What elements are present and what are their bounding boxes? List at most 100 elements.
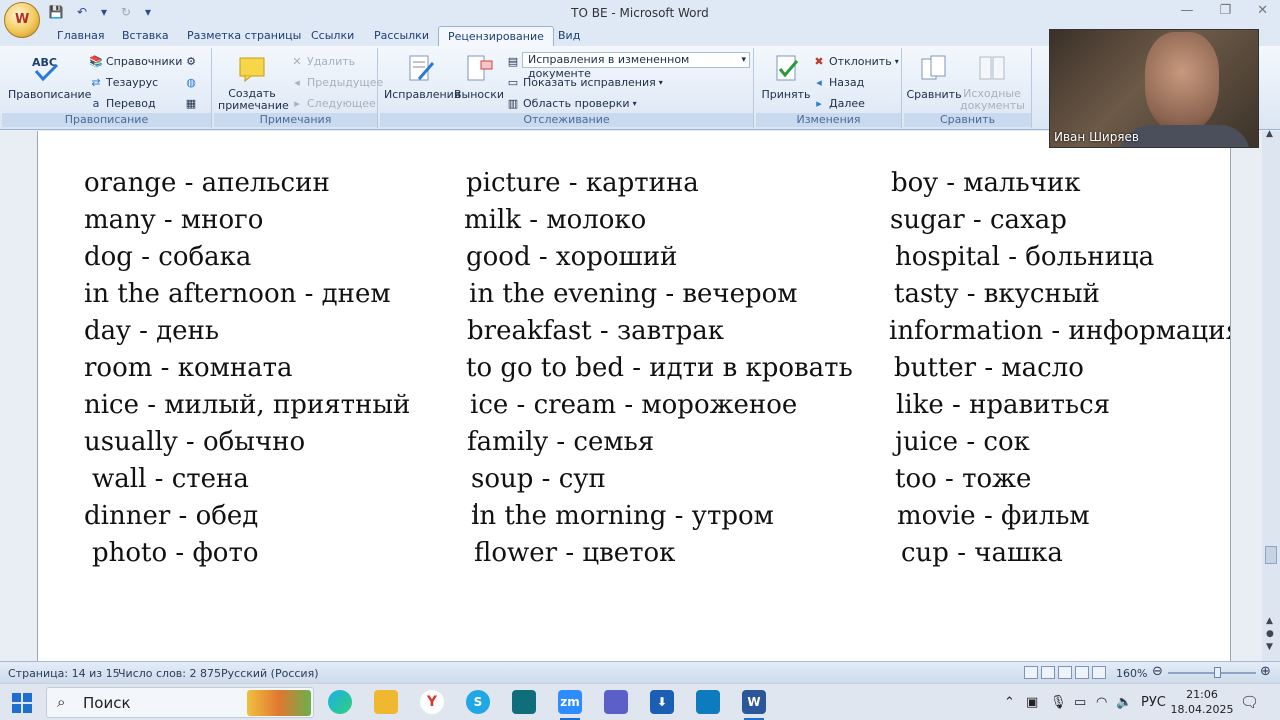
tab-mailings[interactable]: Рассылки	[374, 29, 429, 42]
office-logo-icon: W	[15, 12, 30, 27]
accept-button[interactable]: Принять	[760, 52, 812, 101]
set-language-button[interactable]: ◍	[184, 75, 198, 89]
prev-page-icon[interactable]: ▲	[1266, 616, 1273, 626]
downloads-icon[interactable]: ⬇	[650, 690, 674, 714]
research-button[interactable]: 📚 Справочники	[89, 54, 182, 68]
vertical-scrollbar[interactable]: ▲ ▲ ● ▼	[1262, 129, 1280, 661]
new-comment-icon	[236, 52, 268, 84]
previous-comment-icon: ◂	[294, 75, 300, 89]
tab-insert[interactable]: Вставка	[122, 29, 169, 42]
show-hidden-icons-icon[interactable]: ⌃	[1004, 695, 1015, 710]
translate-button[interactable]: a Перевод	[89, 96, 156, 110]
next-change-icon: ▸	[816, 96, 822, 110]
zoom-slider[interactable]	[1168, 672, 1256, 674]
office-button[interactable]: W	[4, 2, 40, 38]
browse-object-icon[interactable]: ●	[1266, 629, 1274, 639]
scrollbar-thumb[interactable]	[1265, 546, 1277, 564]
tab-review[interactable]: Рецензирование	[438, 26, 554, 47]
tab-page-layout[interactable]: Разметка страницы	[187, 29, 301, 42]
spelling-button[interactable]: ABC Правописание	[8, 52, 91, 101]
file-explorer-icon[interactable]	[374, 690, 398, 714]
scroll-up-icon[interactable]: ▲	[1266, 129, 1273, 139]
windows-start-icon[interactable]	[12, 693, 32, 713]
zoom-app-icon[interactable]: zm	[558, 690, 582, 720]
window-title: TO BE - Microsoft Word	[571, 6, 709, 20]
outline-icon[interactable]	[1075, 666, 1089, 679]
source-documents-button[interactable]: Исходные документы	[960, 52, 1025, 112]
zoom-slider-thumb[interactable]	[1214, 667, 1221, 678]
vpn-app-icon[interactable]	[696, 690, 720, 714]
vocabulary-entry: like - нравиться	[896, 390, 1111, 420]
participant-name: Иван Ширяев	[1054, 130, 1139, 144]
zoom-in-icon[interactable]: ⊕	[1260, 664, 1271, 679]
volume-icon[interactable]: 🔈	[1116, 695, 1132, 710]
video-call-overlay[interactable]: Иван Ширяев	[1049, 29, 1259, 148]
edge-browser-icon[interactable]	[328, 690, 352, 714]
vocabulary-entry: family - семья	[467, 427, 655, 457]
delete-comment-button[interactable]: ✕ Удалить	[290, 54, 355, 68]
next-comment-button[interactable]: ▸ Следующее	[290, 96, 376, 110]
reviewing-pane-button[interactable]: ▥ Область проверки ▾	[506, 96, 637, 110]
zoom-out-icon[interactable]: ⊖	[1152, 664, 1163, 679]
notifications-icon[interactable]: 🗨	[1240, 693, 1259, 711]
word-app-icon[interactable]: W	[742, 690, 766, 720]
reject-button[interactable]: ✖ Отклонить ▾	[812, 54, 898, 68]
document-page[interactable]: orange - апельсин many - много dog - собак…	[37, 131, 1231, 661]
language-button[interactable]: ⚙	[184, 54, 198, 68]
teams-icon[interactable]	[604, 690, 628, 714]
view-buttons	[1024, 666, 1106, 679]
input-language[interactable]: РУС	[1141, 695, 1166, 710]
draft-icon[interactable]	[1092, 666, 1106, 679]
previous-change-button[interactable]: ◂ Назад	[812, 75, 864, 89]
spelling-check-icon: ABC	[30, 52, 62, 84]
vocabulary-entry: wall - стена	[92, 464, 249, 494]
vocabulary-entry: nice - милый, приятный	[84, 390, 411, 420]
page-indicator[interactable]: Страница: 14 из 15	[8, 667, 120, 680]
minimize-icon[interactable]: —	[1180, 3, 1193, 18]
network-icon[interactable]: ◠	[1096, 695, 1107, 710]
app-icon[interactable]	[512, 690, 536, 714]
thesaurus-button[interactable]: ⇄ Тезаурус	[89, 75, 158, 89]
previous-comment-button[interactable]: ◂ Предыдущее	[290, 75, 383, 89]
delete-comment-icon: ✕	[292, 54, 302, 68]
group-label-proofing: Правописание	[2, 113, 211, 127]
track-changes-label: Исправления	[384, 88, 461, 101]
spelling-label: Правописание	[8, 88, 92, 101]
word-count[interactable]: Число слов: 2 875	[118, 667, 221, 680]
tab-references[interactable]: Ссылки	[311, 29, 354, 42]
vocabulary-entry: breakfast - завтрак	[467, 316, 725, 346]
new-comment-button[interactable]: Создать примечание	[218, 52, 289, 112]
word-count-button[interactable]: ▦	[184, 96, 198, 110]
meet-now-icon[interactable]: ▣	[1026, 695, 1038, 710]
clock[interactable]: 21:06 18.04.2025	[1170, 687, 1234, 717]
vocabulary-entry: good - хороший	[466, 242, 678, 272]
track-changes-button[interactable]: Исправления	[384, 52, 460, 101]
vocabulary-entry: movie - фильм	[897, 501, 1090, 531]
web-layout-icon[interactable]	[1058, 666, 1072, 679]
battery-icon[interactable]: ▭	[1074, 695, 1086, 710]
compare-button[interactable]: Сравнить	[906, 52, 962, 101]
reject-label: Отклонить	[829, 54, 892, 68]
display-for-review-icon-button[interactable]: ▤	[506, 54, 520, 68]
restore-icon[interactable]: ❐	[1219, 3, 1231, 18]
vocabulary-entry: hospital - больница	[895, 242, 1155, 272]
full-screen-reading-icon[interactable]	[1041, 666, 1055, 679]
tab-view[interactable]: Вид	[558, 29, 580, 42]
vocabulary-entry: in the evening - вечером	[469, 279, 798, 309]
close-icon[interactable]: ✕	[1257, 3, 1268, 18]
print-layout-icon[interactable]	[1024, 666, 1038, 679]
next-change-button[interactable]: ▸ Далее	[812, 96, 865, 110]
balloons-button[interactable]: Выноски	[454, 52, 504, 101]
next-page-icon[interactable]: ▼	[1266, 642, 1273, 652]
skype-icon[interactable]: S	[466, 690, 490, 714]
display-for-review-dropdown[interactable]: Исправления в измененном документе ▾	[522, 52, 750, 80]
zoom-level[interactable]: 160%	[1116, 667, 1147, 680]
microphone-icon[interactable]: 🎙	[1050, 695, 1067, 710]
language-indicator[interactable]: Русский (Россия)	[221, 667, 319, 680]
tab-home[interactable]: Главная	[57, 29, 105, 42]
language-icon: ⚙	[186, 54, 196, 68]
vocabulary-entry: room - комната	[84, 353, 293, 383]
taskbar-search[interactable]: ⌕ Поиск	[46, 687, 314, 718]
title-bar: 💾 ↶ ▾ ↻ ▾ TO BE - Microsoft Word — ❐ ✕	[0, 0, 1280, 26]
yandex-browser-icon[interactable]: Y	[420, 690, 444, 714]
